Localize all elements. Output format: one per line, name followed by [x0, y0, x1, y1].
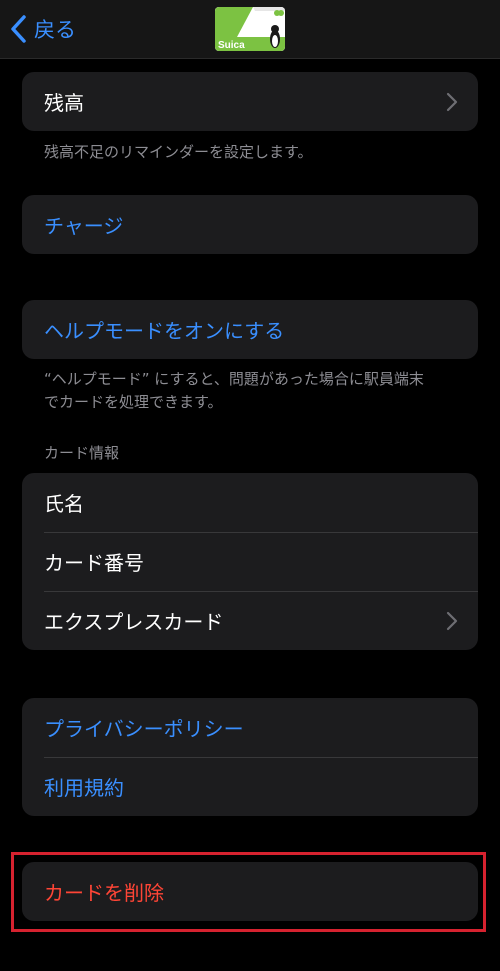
- back-label: 戻る: [34, 18, 76, 42]
- express-card-label: エクスプレスカード: [44, 610, 224, 634]
- balance-group: 残高: [22, 72, 478, 131]
- express-card-row[interactable]: エクスプレスカード: [22, 591, 478, 650]
- chevron-right-icon: [446, 611, 458, 630]
- legal-group: プライバシーポリシー 利用規約: [22, 698, 478, 816]
- help-mode-footer: “ヘルプモード” にすると、問題があった場合に駅員端末 でカードを処理できます。: [44, 368, 464, 414]
- card-info-header: カード情報: [44, 444, 120, 462]
- balance-label: 残高: [44, 91, 84, 115]
- charge-group: チャージ: [22, 195, 478, 254]
- privacy-policy-label: プライバシーポリシー: [44, 717, 244, 741]
- charge-button[interactable]: チャージ: [22, 195, 478, 254]
- chevron-left-icon: [11, 15, 26, 43]
- help-mode-group: ヘルプモードをオンにする: [22, 300, 478, 359]
- card-number-label: カード番号: [44, 551, 144, 575]
- name-label: 氏名: [44, 492, 84, 516]
- card-logo-text: Suica: [218, 40, 245, 51]
- chevron-right-icon: [446, 92, 458, 111]
- help-mode-button[interactable]: ヘルプモードをオンにする: [22, 300, 478, 359]
- card-number-row[interactable]: カード番号: [22, 532, 478, 591]
- navigation-bar: 戻る Suica: [0, 0, 500, 59]
- charge-label: チャージ: [44, 214, 124, 238]
- privacy-policy-link[interactable]: プライバシーポリシー: [22, 698, 478, 757]
- balance-footer: 残高不足のリマインダーを設定します。: [44, 143, 313, 161]
- help-mode-footer-line1: “ヘルプモード” にすると、問題があった場合に駅員端末: [44, 370, 424, 388]
- terms-of-use-link[interactable]: 利用規約: [22, 757, 478, 816]
- balance-row[interactable]: 残高: [22, 72, 478, 131]
- highlight-box: [11, 852, 486, 932]
- help-mode-footer-line2: でカードを処理できます。: [44, 393, 223, 411]
- back-button[interactable]: 戻る: [10, 12, 76, 46]
- name-row[interactable]: 氏名: [22, 473, 478, 532]
- terms-of-use-label: 利用規約: [44, 776, 124, 800]
- suica-card-icon: Suica: [215, 7, 285, 51]
- help-mode-label: ヘルプモードをオンにする: [44, 319, 285, 343]
- card-info-group: 氏名 カード番号 エクスプレスカード: [22, 473, 478, 650]
